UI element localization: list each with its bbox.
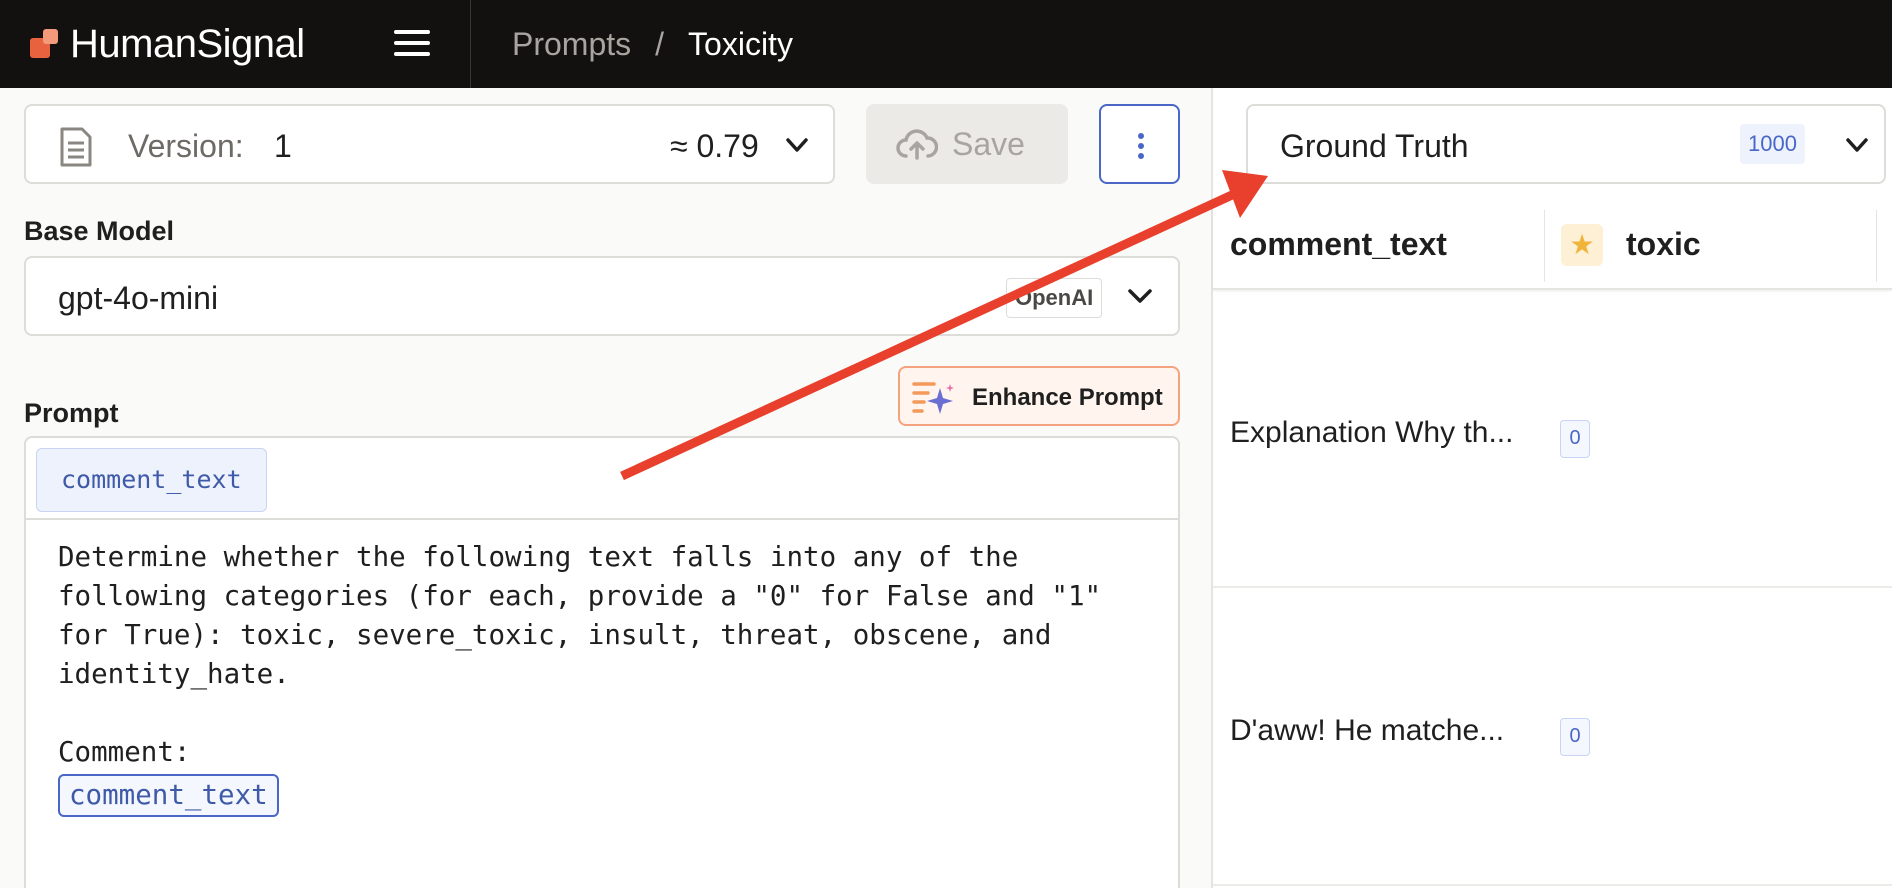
cloud-upload-icon xyxy=(896,129,938,160)
column-header-comment-text[interactable]: comment_text xyxy=(1230,226,1447,263)
inline-variable[interactable]: comment_text xyxy=(58,774,279,817)
cell-comment-text: Explanation Why th... xyxy=(1230,416,1514,449)
variable-chip[interactable]: comment_text xyxy=(36,448,267,512)
prompt-editor[interactable]: Determine whether the following text fal… xyxy=(24,518,1180,888)
header-divider xyxy=(470,0,471,88)
save-button[interactable]: Save xyxy=(866,104,1068,184)
brand-name: HumanSignal xyxy=(70,21,305,66)
breadcrumb-current: Toxicity xyxy=(688,25,793,62)
ground-truth-count-badge: 1000 xyxy=(1740,124,1805,164)
sparkle-lines-icon xyxy=(912,382,954,414)
breadcrumb-separator: / xyxy=(655,25,665,62)
model-name: gpt-4o-mini xyxy=(58,280,219,316)
column-divider[interactable] xyxy=(1876,210,1877,282)
provider-badge: OpenAI xyxy=(1006,278,1103,318)
version-score: ≈ 0.79 xyxy=(670,128,759,164)
cell-comment-text: D'aww! He matche... xyxy=(1230,714,1505,747)
menu-icon[interactable] xyxy=(392,26,432,60)
base-model-label: Base Model xyxy=(24,216,175,246)
chevron-down-icon xyxy=(1128,289,1152,303)
document-icon xyxy=(60,127,92,167)
enhance-prompt-button[interactable]: Enhance Prompt xyxy=(898,366,1180,426)
cell-toxic-badge: 0 xyxy=(1560,420,1590,458)
ground-truth-label: Ground Truth xyxy=(1280,128,1469,164)
brand-logo[interactable]: HumanSignal xyxy=(30,20,305,68)
table-header: comment_text ★ toxic xyxy=(1213,202,1892,290)
table-row[interactable]: Explanation Why th... 0 xyxy=(1213,292,1892,588)
more-options-button[interactable] xyxy=(1099,104,1180,184)
chevron-down-icon xyxy=(1846,138,1868,152)
table-row[interactable]: D'aww! He matche... 0 xyxy=(1213,590,1892,886)
chevron-down-icon xyxy=(786,138,808,152)
save-label: Save xyxy=(952,126,1025,162)
prompt-label: Prompt xyxy=(24,398,119,428)
model-selector[interactable]: gpt-4o-mini OpenAI xyxy=(24,256,1180,336)
column-divider[interactable] xyxy=(1544,210,1545,282)
cell-toxic-badge: 0 xyxy=(1560,718,1590,756)
variables-bar: comment_text xyxy=(24,436,1180,520)
version-label: Version: xyxy=(128,128,244,164)
version-selector[interactable]: Version: 1 ≈ 0.79 xyxy=(24,104,835,184)
breadcrumb: Prompts / Toxicity xyxy=(512,20,793,68)
column-header-toxic[interactable]: toxic xyxy=(1626,226,1701,263)
logo-icon xyxy=(30,29,60,59)
ground-truth-selector[interactable]: Ground Truth 1000 xyxy=(1246,104,1886,184)
top-bar: HumanSignal Prompts / Toxicity xyxy=(0,0,1892,88)
breadcrumb-prompts[interactable]: Prompts xyxy=(512,26,631,63)
enhance-prompt-label: Enhance Prompt xyxy=(972,384,1163,411)
prompt-text: Determine whether the following text fal… xyxy=(58,541,1102,768)
star-icon: ★ xyxy=(1561,224,1603,266)
version-number: 1 xyxy=(274,128,292,164)
